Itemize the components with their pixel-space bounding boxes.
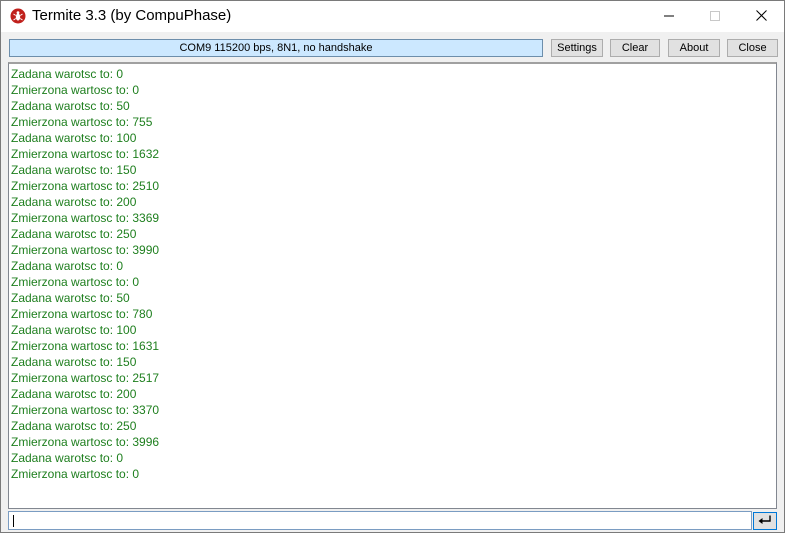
terminal-line: Zmierzona wartosc to: 3369 xyxy=(11,211,160,225)
minimize-icon xyxy=(664,8,674,26)
terminal-line: Zmierzona wartosc to: 1632 xyxy=(11,147,160,161)
terminal-line: Zadana warotsc to: 200 xyxy=(11,195,137,209)
minimize-button[interactable] xyxy=(646,1,692,32)
terminal-line: Zmierzona wartosc to: 3996 xyxy=(11,435,160,449)
terminal-line: Zmierzona wartosc to: 2510 xyxy=(11,179,160,193)
termite-window: Termite 3.3 (by CompuPhase) COM9 115200 … xyxy=(0,0,785,533)
close-button[interactable]: Close xyxy=(727,39,778,57)
window-close-button[interactable] xyxy=(738,1,784,32)
termite-app-icon xyxy=(10,8,26,24)
terminal-line: Zadana warotsc to: 100 xyxy=(11,131,137,145)
enter-return-icon xyxy=(758,512,772,530)
terminal-line: Zmierzona wartosc to: 0 xyxy=(11,467,140,481)
terminal-line: Zmierzona wartosc to: 0 xyxy=(11,83,140,97)
send-input[interactable] xyxy=(8,511,752,530)
terminal-line: Zmierzona wartosc to: 3370 xyxy=(11,403,160,417)
terminal-line: Zmierzona wartosc to: 1631 xyxy=(11,339,160,353)
terminal-line: Zadana warotsc to: 100 xyxy=(11,323,137,337)
connection-status: COM9 115200 bps, 8N1, no handshake xyxy=(9,39,543,57)
maximize-button[interactable] xyxy=(692,1,738,32)
terminal-line: Zadana warotsc to: 200 xyxy=(11,387,137,401)
terminal-output[interactable]: Zadana warotsc to: 0 Zmierzona wartosc t… xyxy=(8,62,777,509)
terminal-line: Zmierzona wartosc to: 780 xyxy=(11,307,153,321)
terminal-line: Zmierzona wartosc to: 2517 xyxy=(11,371,160,385)
maximize-icon xyxy=(710,8,720,26)
terminal-line: Zadana warotsc to: 250 xyxy=(11,227,137,241)
text-caret xyxy=(13,515,14,527)
title-bar[interactable]: Termite 3.3 (by CompuPhase) xyxy=(1,1,784,32)
window-title: Termite 3.3 (by CompuPhase) xyxy=(32,7,232,24)
terminal-line: Zadana warotsc to: 150 xyxy=(11,163,137,177)
clear-button[interactable]: Clear xyxy=(610,39,660,57)
terminal-line: Zadana warotsc to: 0 xyxy=(11,259,124,273)
terminal-line: Zadana warotsc to: 0 xyxy=(11,451,124,465)
terminal-line: Zadana warotsc to: 250 xyxy=(11,419,137,433)
terminal-line: Zadana warotsc to: 150 xyxy=(11,355,137,369)
terminal-lines: Zadana warotsc to: 0 Zmierzona wartosc t… xyxy=(11,66,159,482)
about-button[interactable]: About xyxy=(668,39,720,57)
terminal-line: Zadana warotsc to: 50 xyxy=(11,291,130,305)
terminal-line: Zmierzona wartosc to: 755 xyxy=(11,115,153,129)
terminal-line: Zadana warotsc to: 0 xyxy=(11,67,124,81)
terminal-line: Zadana warotsc to: 50 xyxy=(11,99,130,113)
terminal-line: Zmierzona wartosc to: 3990 xyxy=(11,243,160,257)
settings-button[interactable]: Settings xyxy=(551,39,603,57)
close-icon xyxy=(755,8,767,26)
send-button[interactable] xyxy=(753,512,777,530)
terminal-line: Zmierzona wartosc to: 0 xyxy=(11,275,140,289)
